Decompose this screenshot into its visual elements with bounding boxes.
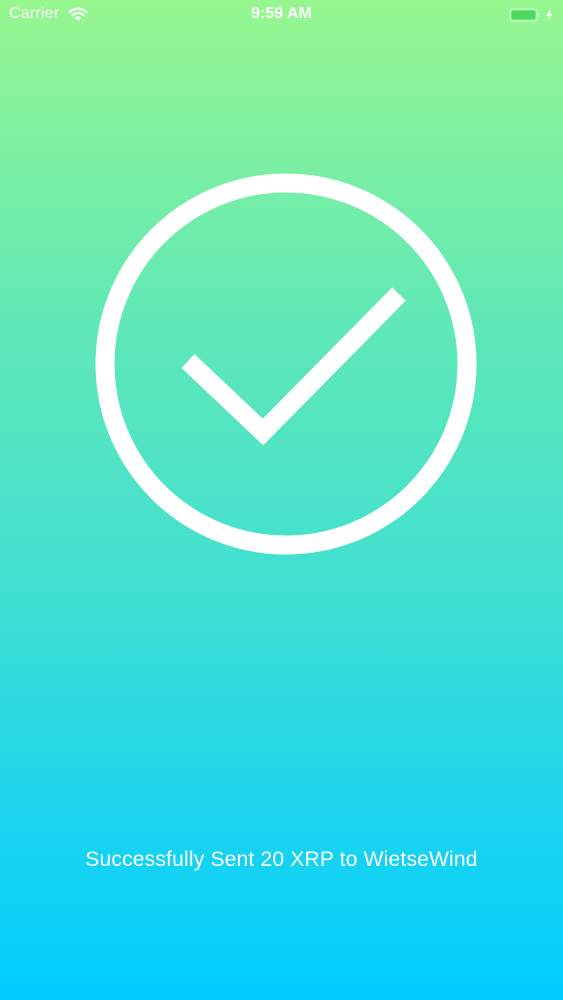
payment-success-screen: Carrier 9:59 AM Successfully Sent 20 XRP… <box>0 0 563 1000</box>
success-message: Successfully Sent 20 XRP to WietseWind <box>85 848 478 871</box>
battery-charging-icon <box>509 8 553 22</box>
status-bar: Carrier 9:59 AM <box>0 0 563 30</box>
clock: 9:59 AM <box>251 5 312 22</box>
checkmark-circle-icon <box>95 173 477 555</box>
